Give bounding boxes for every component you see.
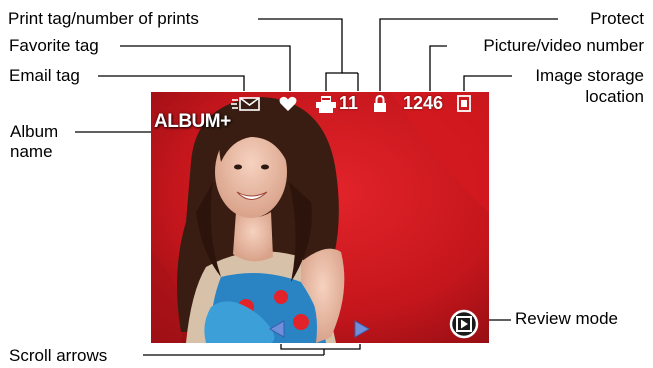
picture-number: 1246 bbox=[403, 93, 444, 113]
favorite-tag-label: Favorite tag bbox=[9, 36, 99, 55]
email-tag-label: Email tag bbox=[9, 66, 80, 85]
email-icon bbox=[231, 97, 260, 111]
favorite-tag-leader bbox=[120, 45, 291, 91]
camera-screen: 11 1246 ALBUM+ bbox=[151, 92, 489, 343]
storage-location-leader bbox=[463, 75, 512, 91]
print-icon bbox=[316, 96, 336, 113]
scroll-left-arrow-icon[interactable] bbox=[269, 320, 285, 338]
email-tag-leader bbox=[98, 75, 245, 91]
scroll-arrows-label: Scroll arrows bbox=[9, 346, 108, 365]
print-tag-label: Print tag/number of prints bbox=[8, 9, 199, 28]
storage-location-label-line1: Image storage bbox=[535, 66, 644, 85]
heart-icon bbox=[279, 96, 297, 111]
album-name-label-line2: name bbox=[10, 142, 53, 161]
picture-number-label: Picture/video number bbox=[483, 36, 644, 55]
protect-label: Protect bbox=[590, 9, 644, 28]
memory-card-icon bbox=[457, 95, 471, 112]
lock-icon bbox=[374, 95, 386, 112]
review-mode-icon bbox=[449, 309, 479, 339]
review-mode-label: Review mode bbox=[515, 309, 618, 328]
scroll-right-arrow-icon[interactable] bbox=[354, 320, 370, 338]
print-count: 11 bbox=[339, 93, 359, 113]
picture-number-leader bbox=[429, 45, 447, 91]
print-tag-leader bbox=[258, 18, 343, 91]
album-name-label-line1: Album bbox=[10, 122, 59, 141]
storage-location-label-line2: location bbox=[585, 87, 644, 106]
album-name-tag: ALBUM+ bbox=[154, 111, 231, 132]
